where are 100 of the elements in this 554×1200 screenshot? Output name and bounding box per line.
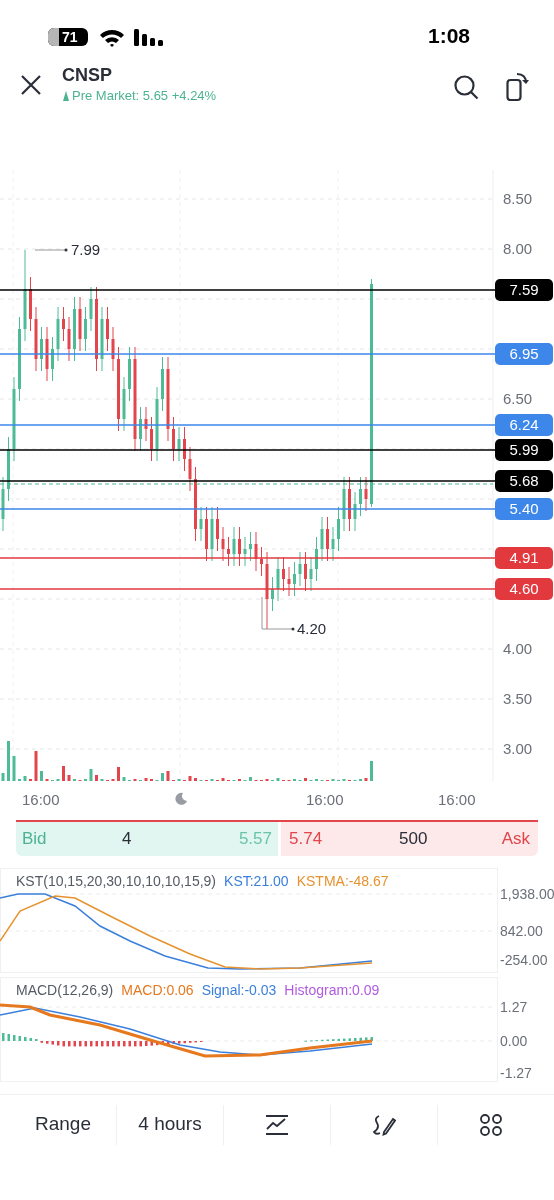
price-label: 4.20 — [297, 621, 327, 636]
rotate-icon[interactable] — [506, 72, 530, 102]
candlestick — [67, 316, 71, 362]
candlestick — [342, 476, 346, 532]
candlestick — [243, 536, 247, 567]
indicator-axis-label: 1.27 — [500, 1000, 528, 1014]
price-axis-label: 8.50 — [503, 191, 533, 206]
volume-bar — [188, 776, 192, 781]
bid-label: Bid — [22, 828, 48, 851]
candlestick — [40, 326, 43, 372]
volume-bar — [364, 778, 368, 781]
candlestick — [298, 551, 302, 587]
indicator-name: MACD(12,26,9) — [16, 983, 114, 997]
indicator-value: Histogram:0.09 — [284, 983, 380, 997]
candlestick — [62, 306, 65, 342]
candlestick — [364, 476, 368, 512]
price-axis-label: 8.00 — [503, 241, 533, 256]
signal-icon — [134, 29, 164, 46]
symbol-title: CNSP — [62, 66, 112, 84]
candlestick — [78, 296, 82, 352]
candlestick — [51, 336, 54, 382]
price-axis-label: 3.50 — [503, 691, 533, 706]
bid-size: 4 — [122, 828, 133, 851]
candlestick — [249, 531, 252, 562]
candlestick — [188, 446, 192, 492]
candlestick — [216, 506, 219, 552]
pencil-icon[interactable] — [372, 1113, 396, 1136]
volume-bar — [12, 756, 16, 781]
candlestick — [73, 296, 76, 362]
close-icon[interactable] — [21, 75, 41, 95]
candlestick — [326, 516, 329, 562]
price-label: 7.99 — [71, 242, 101, 257]
price-axis-label: 4.00 — [503, 641, 533, 656]
candlestick — [304, 551, 307, 592]
candlestick — [34, 306, 38, 372]
candlestick — [287, 566, 291, 597]
candlestick — [183, 426, 186, 472]
price-level-tag: 5.68 — [495, 470, 553, 492]
toolbar-button[interactable]: 4 hours — [138, 1110, 202, 1139]
clock-time: 1:08 — [428, 25, 471, 46]
time-axis-label: 16:00 — [306, 792, 344, 807]
candlestick — [89, 286, 93, 332]
candlestick — [271, 576, 274, 612]
grid-icon[interactable] — [480, 1113, 502, 1136]
leader-line — [34, 249, 66, 251]
candlestick — [150, 416, 153, 462]
candlestick — [111, 326, 115, 372]
candlestick — [221, 526, 225, 562]
volume-bar — [161, 773, 164, 781]
price-level-tag: 5.40 — [495, 498, 553, 520]
volume-bar — [249, 777, 252, 781]
volume-bar — [144, 778, 148, 781]
candlestick — [144, 406, 148, 442]
up-icon — [63, 90, 69, 101]
volume-bar — [34, 751, 38, 781]
price-level-tag: 5.99 — [495, 439, 553, 461]
price-axis-label: 3.00 — [503, 741, 533, 756]
volume-bar — [370, 761, 373, 781]
candlestick — [309, 556, 313, 592]
price-level-tag: 6.95 — [495, 343, 553, 365]
indicator-name: KST(10,15,20,30,10,10,10,15,9) — [16, 874, 217, 888]
price-level-tag: 6.24 — [495, 414, 553, 436]
volume-bar — [62, 766, 65, 781]
candlestick — [45, 326, 49, 382]
candlestick — [161, 356, 164, 412]
candlestick — [100, 306, 104, 372]
volume-bar — [95, 775, 98, 781]
volume-bar — [194, 778, 197, 781]
candlestick — [227, 536, 230, 567]
indicator-value: Signal:-0.03 — [201, 983, 277, 997]
wifi-icon — [99, 28, 125, 47]
search-icon[interactable] — [454, 75, 479, 100]
volume-bar — [221, 778, 225, 781]
volume-bar — [122, 777, 126, 781]
indicator-value: KSTMA:-48.67 — [296, 874, 389, 888]
premarket-quote: Pre Market: 5.65 +4.24% — [72, 89, 217, 102]
candlestick — [172, 416, 175, 462]
candlestick — [315, 536, 318, 582]
candlestick — [106, 306, 109, 352]
candlestick — [128, 346, 131, 402]
toolbar-button[interactable]: Range — [35, 1110, 91, 1139]
candlestick — [29, 276, 32, 332]
indicator-axis-label: -254.00 — [500, 953, 548, 967]
time-axis-label: 16:00 — [22, 792, 60, 807]
candlestick — [348, 476, 351, 532]
bid-price: 5.57 — [238, 828, 272, 851]
candlestick — [282, 556, 285, 592]
indicator-axis-label: -1.27 — [500, 1066, 532, 1080]
candlestick — [353, 491, 357, 532]
candlestick — [337, 506, 340, 552]
candlestick — [210, 506, 214, 562]
candlestick — [7, 436, 10, 502]
candlestick — [293, 561, 296, 597]
candlestick — [331, 526, 335, 562]
candlestick — [56, 306, 60, 362]
volume-bar — [276, 778, 280, 781]
candlestick — [260, 546, 263, 577]
price-level-tag: 4.91 — [495, 547, 553, 569]
chart-line-icon[interactable] — [265, 1114, 289, 1135]
indicator-value: KST:21.00 — [224, 874, 289, 888]
